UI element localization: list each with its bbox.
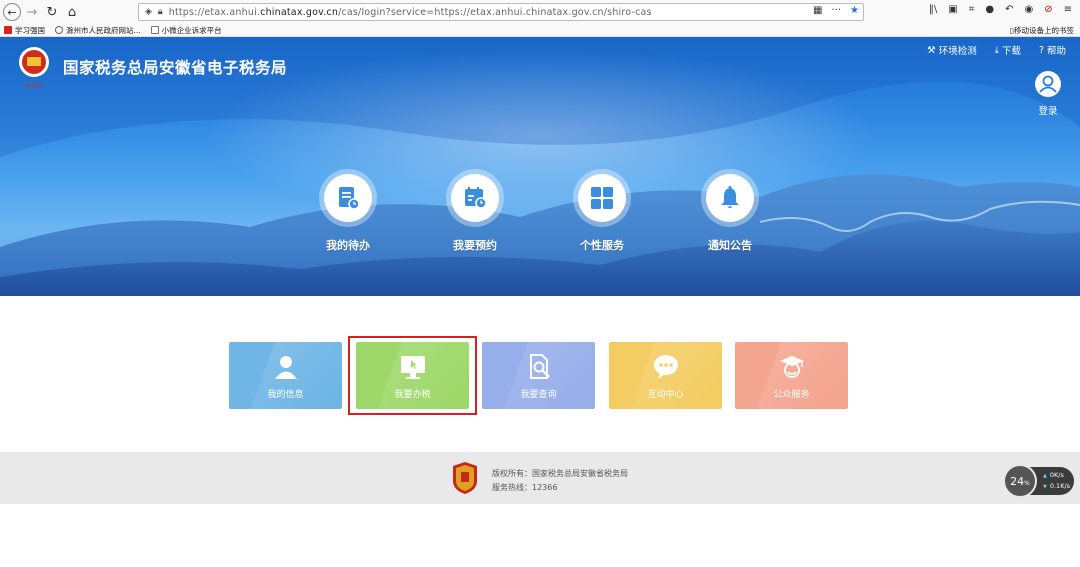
download-icon: ⤓	[994, 44, 999, 56]
xuexi-icon	[4, 26, 12, 34]
shield-icon[interactable]: ◈	[145, 7, 152, 17]
site-title: 国家税务总局安徽省电子税务局	[63, 59, 288, 77]
help-link[interactable]: ? 帮助	[1038, 43, 1066, 58]
lock-icon[interactable]: 🔒︎	[158, 7, 163, 17]
help-icon: ?	[1038, 44, 1044, 56]
reload-button[interactable]: ↻	[43, 3, 61, 21]
avatar-icon	[1035, 71, 1061, 97]
bookmarks-bar: 学习强国 滁州市人民政府网站... 小微企业诉求平台 ▯移动设备上的书签	[0, 24, 1080, 37]
logo-slogan: ⁂⁂⁂	[25, 83, 43, 89]
tile-label: 我的信息	[267, 390, 304, 400]
hotline-text: 服务热线：12366	[492, 483, 558, 492]
mobile-bookmarks[interactable]: ▯移动设备上的书签	[1010, 25, 1074, 36]
calendar-clock-icon	[451, 174, 499, 222]
todo-document-icon	[324, 174, 372, 222]
undo-icon[interactable]: ↶	[1005, 4, 1013, 15]
env-check-link[interactable]: ⚒ 环境检测	[927, 43, 977, 58]
document-search-icon	[482, 352, 595, 382]
chat-bubble-icon	[609, 352, 722, 382]
page-icon	[150, 26, 159, 34]
tile-interaction[interactable]: 互动中心	[609, 342, 722, 409]
bookmark-label: 学习强国	[15, 25, 45, 35]
feature-label: 我要预约	[453, 239, 497, 252]
hero-banner: ⁂⁂⁂ 国家税务总局安徽省电子税务局 ⚒ 环境检测 ⤓ 下载 ? 帮助 登录 我的待办…	[0, 37, 1080, 296]
upload-speed: 0K/s	[1043, 471, 1064, 479]
bell-icon	[706, 174, 754, 222]
qr-code-icon[interactable]: ▦	[813, 5, 822, 16]
cpu-usage-badge: 24%	[1003, 464, 1037, 498]
network-speed-widget[interactable]: 24% 0K/s 0.1K/s	[1003, 464, 1074, 498]
copyright-text: 版权所有：国家税务总局安徽省税务局	[492, 469, 628, 478]
page-footer: 版权所有：国家税务总局安徽省税务局 服务热线：12366	[0, 452, 1080, 504]
screenshot-icon[interactable]: ⌗	[969, 4, 975, 15]
feature-label: 通知公告	[708, 239, 752, 252]
feature-personal-service[interactable]: 个性服务	[562, 169, 642, 253]
more-actions-icon[interactable]: ···	[831, 5, 841, 16]
tax-bureau-logo: ⁂⁂⁂	[19, 47, 49, 89]
feature-label: 我的待办	[326, 239, 370, 252]
library-icon[interactable]: ‖\	[929, 4, 937, 15]
feature-notice[interactable]: 通知公告	[690, 169, 770, 253]
tile-label: 公众服务	[773, 390, 810, 400]
bookmark-item[interactable]: 学习强国	[4, 25, 45, 36]
bookmark-item[interactable]: 小微企业诉求平台	[150, 25, 222, 36]
address-bar[interactable]: ◈ 🔒︎ https://etax.anhui.chinatax.gov.cn/…	[138, 3, 864, 21]
home-button[interactable]: ⌂	[63, 3, 81, 21]
sidebar-icon[interactable]: ▣	[948, 4, 957, 15]
bookmark-star-icon[interactable]: ★	[850, 5, 859, 16]
bookmark-label: 滁州市人民政府网站...	[66, 25, 141, 35]
tile-my-info[interactable]: 我的信息	[229, 342, 342, 409]
bookmark-label: 小微企业诉求平台	[161, 25, 222, 35]
account-icon[interactable]: ◉	[1024, 4, 1033, 15]
bookmark-item[interactable]: 滁州市人民政府网站...	[55, 25, 141, 36]
tile-public-service[interactable]: 公众服务	[735, 342, 848, 409]
browser-toolbar: ← → ↻ ⌂ ◈ 🔒︎ https://etax.anhui.chinatax…	[0, 0, 1080, 24]
url-text: https://etax.anhui.chinatax.gov.cn/cas/l…	[168, 6, 652, 18]
feature-todo[interactable]: 我的待办	[308, 169, 388, 253]
download-link[interactable]: ⤓ 下载	[994, 43, 1021, 58]
feature-appointment[interactable]: 我要预约	[435, 169, 515, 253]
forward-button[interactable]: →	[23, 3, 41, 21]
download-speed: 0.1K/s	[1043, 482, 1070, 490]
menu-icon[interactable]: ≡	[1064, 4, 1072, 15]
tile-label: 我要查询	[520, 390, 557, 400]
login-button[interactable]: 登录	[1034, 71, 1062, 117]
highlight-box	[348, 336, 477, 415]
feature-label: 个性服务	[580, 239, 624, 252]
wrench-icon: ⚒	[927, 44, 936, 56]
tile-query[interactable]: 我要查询	[482, 342, 595, 409]
student-cap-icon	[735, 352, 848, 382]
tax-badge-icon	[453, 462, 477, 494]
back-button[interactable]: ←	[3, 3, 21, 21]
globe-icon	[55, 26, 63, 34]
grid-apps-icon	[578, 174, 626, 222]
user-icon	[229, 352, 342, 382]
login-label: 登录	[1038, 106, 1058, 117]
chat-icon[interactable]: ●	[985, 4, 994, 15]
block-icon[interactable]: ⊘	[1044, 4, 1052, 15]
tile-label: 互动中心	[647, 390, 684, 400]
